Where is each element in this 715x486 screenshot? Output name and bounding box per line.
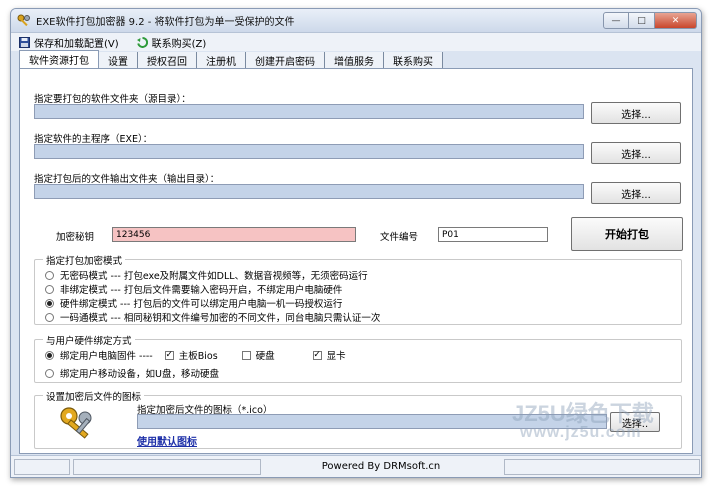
mode-option-label: 一码通模式 --- 相同秘钥和文件编号加密的不同文件，同台电脑只需认证一次 — [60, 313, 381, 324]
source-browse-button[interactable]: 选择... — [591, 102, 681, 124]
mode-option-hardware-bound[interactable]: 硬件绑定模式 --- 打包后的文件可以绑定用户电脑一机一码授权运行 — [45, 296, 342, 310]
mode-option-label: 硬件绑定模式 --- 打包后的文件可以绑定用户电脑一机一码授权运行 — [60, 299, 343, 310]
file-number-label: 文件编号 — [380, 232, 419, 243]
mode-option-unbound[interactable]: 非绑定模式 --- 打包后文件需要输入密码开启，不绑定用户电脑硬件 — [45, 282, 342, 296]
radio-unbound[interactable] — [45, 284, 54, 294]
tab-license-recall[interactable]: 授权召回 — [138, 52, 197, 68]
window-title: EXE软件打包加密器 9.2 - 将软件打包为单一受保护的文件 — [36, 17, 295, 28]
menu-contact-buy-label: 联系购买(Z) — [151, 38, 207, 50]
floppy-disk-icon — [19, 36, 30, 48]
status-cell-right — [504, 458, 700, 475]
maximize-button[interactable]: □ — [629, 12, 655, 29]
keys-app-icon — [17, 14, 30, 26]
hw-option-mobile[interactable]: 绑定用户移动设备，如U盘，移动硬盘 — [45, 366, 219, 380]
hw-mobile-label: 绑定用户移动设备，如U盘，移动硬盘 — [60, 369, 219, 380]
mainboard-label: 主板Bios — [178, 351, 218, 362]
radio-hardware-bound[interactable] — [45, 298, 54, 308]
output-folder-label: 指定打包后的文件输出文件夹（输出目录）： — [34, 174, 220, 185]
tab-create-password[interactable]: 创建开启密码 — [246, 52, 325, 68]
mode-option-one-code[interactable]: 一码通模式 --- 相同秘钥和文件编号加密的不同文件，同台电脑只需认证一次 — [45, 310, 380, 324]
output-folder-field[interactable] — [34, 184, 584, 199]
checkbox-gpu[interactable]: ✓ — [312, 350, 322, 360]
mode-option-label: 非绑定模式 --- 打包后文件需要输入密码开启，不绑定用户电脑硬件 — [60, 285, 343, 296]
mode-option-no-password[interactable]: 无密码模式 --- 打包exe及附属文件如DLL、数据音视频等，无须密码运行 — [45, 268, 368, 282]
file-number-input[interactable]: P01 — [438, 227, 548, 242]
main-exe-field[interactable] — [34, 144, 584, 159]
checkbox-disk[interactable] — [241, 350, 251, 360]
status-cell-middle — [73, 458, 261, 475]
status-powered-by: Powered By DRMsoft.cn — [321, 461, 441, 472]
encrypt-mode-legend: 指定打包加密模式 — [43, 253, 126, 267]
radio-no-password[interactable] — [45, 270, 54, 280]
use-default-icon-link[interactable]: 使用默认图标 — [137, 433, 197, 448]
hardware-bind-group: 与用户硬件绑定方式 绑定用户电脑固件 ---- ✓ 主板Bios 硬盘 ✓ 显卡 绑… — [34, 333, 682, 383]
keys-icon — [60, 407, 92, 439]
watermark-url: www.jz5u.com — [520, 424, 642, 441]
disk-label: 硬盘 — [255, 351, 275, 362]
main-exe-browse-button[interactable]: 选择... — [591, 142, 681, 164]
hw-option-firmware[interactable]: 绑定用户电脑固件 ---- ✓ 主板Bios 硬盘 ✓ 显卡 — [45, 348, 346, 362]
checkbox-mainboard[interactable]: ✓ — [164, 350, 174, 360]
refresh-arrows-icon — [136, 36, 148, 48]
hardware-bind-legend: 与用户硬件绑定方式 — [43, 333, 135, 347]
tab-contact-buy[interactable]: 联系购买 — [384, 52, 443, 68]
icon-legend: 设置加密后文件的图标 — [43, 389, 145, 403]
radio-mobile-device[interactable] — [45, 368, 54, 378]
hw-firmware-label: 绑定用户电脑固件 ---- — [60, 351, 153, 362]
tab-keygen[interactable]: 注册机 — [197, 52, 246, 68]
encrypt-key-input[interactable]: 123456 — [112, 227, 356, 242]
start-pack-button[interactable]: 开始打包 — [571, 217, 683, 251]
menu-bar: 保存和加载配置(V) 联系购买(Z) — [11, 33, 701, 51]
menu-save-load-label: 保存和加载配置(V) — [34, 38, 119, 50]
menu-contact-buy[interactable]: 联系购买(Z) — [136, 35, 207, 50]
source-folder-field[interactable] — [34, 104, 584, 119]
output-browse-button[interactable]: 选择... — [591, 182, 681, 204]
caption-buttons: — □ ✕ — [603, 12, 697, 29]
status-cell-left — [14, 458, 70, 475]
tab-settings[interactable]: 设置 — [99, 52, 138, 68]
tab-software-pack[interactable]: 软件资源打包 — [19, 50, 99, 68]
gpu-label: 显卡 — [326, 351, 346, 362]
menu-save-load-config[interactable]: 保存和加载配置(V) — [19, 35, 119, 50]
tab-value-added[interactable]: 增值服务 — [325, 52, 384, 68]
tab-strip: 软件资源打包 设置 授权召回 注册机 创建开启密码 增值服务 联系购买 — [19, 50, 443, 68]
radio-one-code[interactable] — [45, 312, 54, 322]
close-button[interactable]: ✕ — [655, 12, 697, 29]
encrypt-mode-group: 指定打包加密模式 无密码模式 --- 打包exe及附属文件如DLL、数据音视频等… — [34, 253, 682, 325]
source-folder-label: 指定要打包的软件文件夹（源目录）： — [34, 94, 191, 105]
title-bar: EXE软件打包加密器 9.2 - 将软件打包为单一受保护的文件 — □ ✕ — [11, 9, 701, 33]
main-exe-label: 指定软件的主程序（EXE）： — [34, 134, 153, 145]
status-bar: Powered By DRMsoft.cn — [11, 455, 701, 477]
radio-firmware[interactable] — [45, 350, 54, 360]
minimize-button[interactable]: — — [603, 12, 629, 29]
mode-option-label: 无密码模式 --- 打包exe及附属文件如DLL、数据音视频等，无须密码运行 — [60, 271, 368, 282]
encrypt-key-label: 加密秘钥 — [56, 232, 95, 243]
